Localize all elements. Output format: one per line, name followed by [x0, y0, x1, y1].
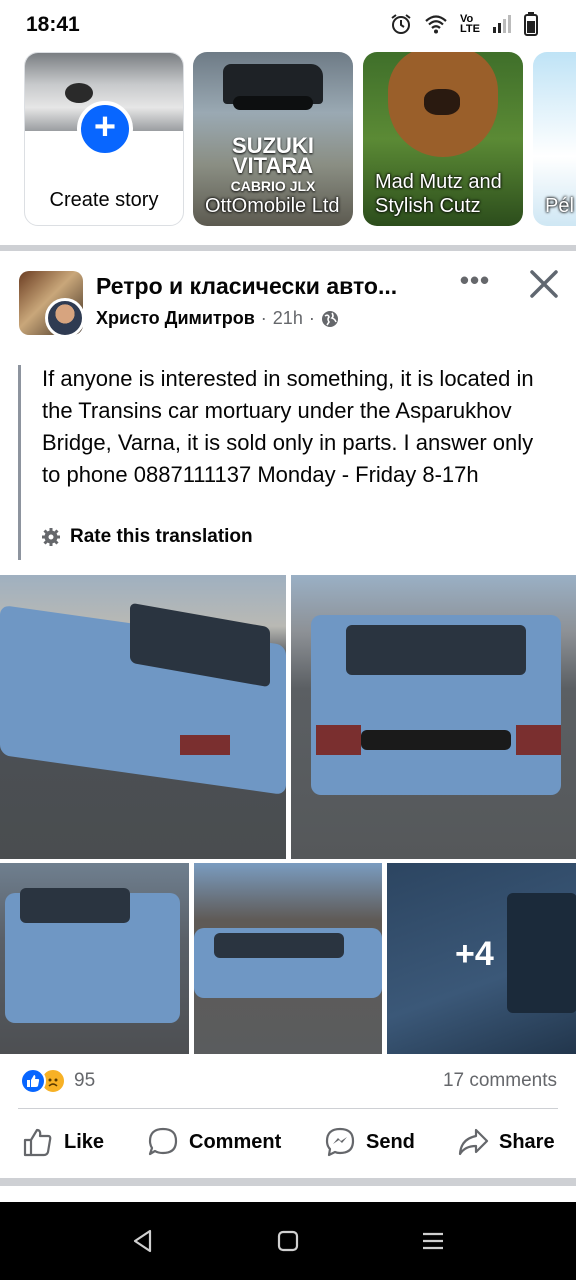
- close-icon[interactable]: [526, 266, 562, 302]
- back-icon[interactable]: [130, 1228, 156, 1254]
- story-name: Mad Mutz and Stylish Cutz: [375, 171, 502, 217]
- quote-bar: [18, 365, 21, 560]
- comment-button[interactable]: Comment: [147, 1126, 281, 1158]
- author-name[interactable]: Христо Димитров: [96, 308, 255, 329]
- create-story-label: Create story: [49, 189, 159, 211]
- post-photo-3[interactable]: [0, 863, 189, 1054]
- post-photo-2[interactable]: [291, 575, 576, 859]
- battery-icon: [524, 12, 538, 36]
- car-bumper: [361, 730, 511, 750]
- post-photo-4[interactable]: [194, 863, 382, 1054]
- globe-icon: [321, 310, 338, 327]
- separator-dot: ·: [260, 308, 267, 328]
- group-name[interactable]: Ретро и класически авто...: [96, 273, 426, 300]
- story-brand-text: SUZUKI VITARA CABRIO JLX: [201, 133, 345, 196]
- plus-icon: +: [77, 101, 133, 157]
- car-window: [20, 888, 130, 923]
- story-card-mad-mutz[interactable]: Mad Mutz and Stylish Cutz: [363, 52, 523, 226]
- story-card-ottomobile[interactable]: SUZUKI VITARA CABRIO JLX OttOmobile Ltd: [193, 52, 353, 226]
- like-label: Like: [64, 1130, 105, 1153]
- create-story-card[interactable]: + Create story: [24, 52, 184, 226]
- car-window: [346, 625, 526, 675]
- story-name: OttOmobile Ltd: [205, 195, 340, 217]
- gear-icon: [42, 528, 60, 546]
- send-button[interactable]: Send: [324, 1126, 415, 1158]
- car-window: [507, 893, 576, 1013]
- alarm-icon: [391, 14, 411, 34]
- lte-indicator: Vo LTE: [460, 14, 480, 35]
- status-time: 18:41: [26, 13, 80, 36]
- reactions-divider: [18, 1108, 558, 1109]
- comments-count[interactable]: 17 comments: [443, 1070, 557, 1092]
- share-icon: [458, 1128, 489, 1156]
- reaction-count: 95: [74, 1070, 96, 1091]
- post-text: If anyone is interested in something, it…: [42, 366, 534, 487]
- share-label: Share: [499, 1130, 555, 1153]
- dog-image: [388, 52, 498, 157]
- rate-translation-button[interactable]: Rate this translation: [42, 526, 253, 548]
- author-avatar[interactable]: [45, 298, 85, 338]
- car-image: [223, 64, 323, 110]
- author-line: Христо Димитров · 21h ·: [96, 308, 339, 329]
- comment-label: Comment: [189, 1130, 282, 1153]
- lte-bottom: LTE: [460, 23, 480, 35]
- like-icon: [23, 1128, 52, 1157]
- post-photo-1[interactable]: [0, 575, 286, 859]
- share-button[interactable]: Share: [457, 1126, 555, 1158]
- status-bar: 18:41 Vo LTE: [0, 0, 576, 52]
- reactions-summary[interactable]: 95: [20, 1068, 95, 1094]
- send-label: Send: [366, 1130, 415, 1153]
- section-divider: [0, 245, 576, 251]
- story-card-pele[interactable]: Pél Bru: [533, 52, 576, 226]
- car-taillight: [180, 735, 230, 755]
- story-name: Pél Bru: [545, 195, 576, 217]
- brand-bottom: CABRIO JLX: [230, 178, 316, 194]
- post-actions: Like Comment Send Share: [0, 1118, 576, 1168]
- like-button[interactable]: Like: [22, 1126, 104, 1158]
- home-icon[interactable]: [275, 1228, 301, 1254]
- more-photos-count[interactable]: +4: [455, 935, 494, 974]
- car-window: [214, 933, 344, 958]
- car-taillight: [316, 725, 361, 755]
- wifi-icon: [425, 15, 447, 34]
- signal-icon: [493, 15, 511, 33]
- system-nav-bar: [0, 1202, 576, 1280]
- separator-dot: ·: [308, 308, 315, 328]
- more-options-icon[interactable]: •••: [455, 267, 495, 298]
- recents-icon[interactable]: [420, 1228, 446, 1254]
- stories-tray: + Create story SUZUKI VITARA CABRIO JLX …: [0, 52, 576, 240]
- comment-icon: [148, 1127, 178, 1156]
- section-divider: [0, 1178, 576, 1186]
- messenger-icon: [325, 1127, 355, 1157]
- brand-top: SUZUKI VITARA: [232, 133, 314, 178]
- post-time[interactable]: 21h: [273, 308, 303, 329]
- car-taillight: [516, 725, 561, 755]
- rate-translation-label: Rate this translation: [70, 526, 253, 547]
- like-reaction-icon: [20, 1068, 46, 1094]
- status-icons: Vo LTE: [390, 12, 538, 36]
